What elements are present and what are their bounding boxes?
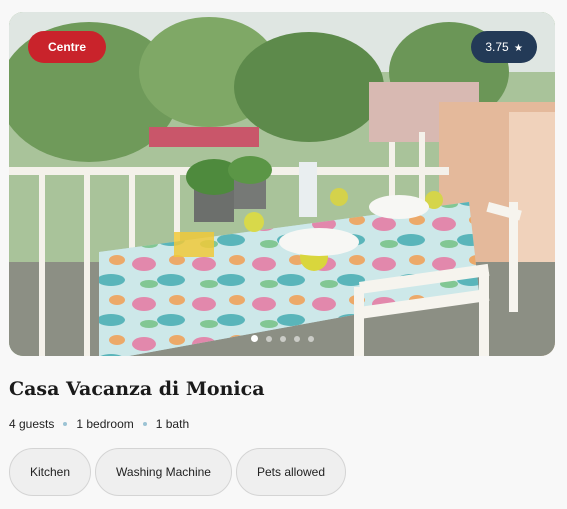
carousel-dot[interactable] bbox=[250, 335, 258, 342]
carousel-dot[interactable] bbox=[265, 335, 272, 342]
amenity-chip-kitchen[interactable]: Kitchen bbox=[9, 448, 92, 496]
amenities-list: Kitchen Washing Machine Pets allowed bbox=[9, 448, 347, 496]
amenity-chip-pets-allowed[interactable]: Pets allowed bbox=[235, 448, 347, 496]
carousel-dot[interactable] bbox=[293, 335, 300, 342]
carousel-dot[interactable] bbox=[307, 335, 314, 342]
carousel-indicator[interactable] bbox=[9, 335, 555, 342]
amenity-chip-washing-machine[interactable]: Washing Machine bbox=[95, 448, 232, 496]
separator-dot bbox=[142, 422, 147, 426]
carousel-dot[interactable] bbox=[279, 335, 286, 342]
rating-value: 3.75 bbox=[485, 40, 509, 54]
bedrooms-count: 1 bedroom bbox=[76, 417, 134, 431]
rating-badge: 3.75 ★ bbox=[471, 31, 537, 63]
listing-card[interactable]: Centre 3.75 ★ Casa Vacanza di Monica 4 g… bbox=[0, 0, 567, 509]
location-badge: Centre bbox=[28, 31, 107, 63]
listing-details: 4 guests 1 bedroom 1 bath bbox=[9, 417, 189, 431]
listing-photo[interactable]: Centre 3.75 ★ bbox=[9, 12, 555, 356]
separator-dot bbox=[63, 422, 68, 426]
star-icon: ★ bbox=[514, 43, 523, 54]
baths-count: 1 bath bbox=[155, 417, 190, 431]
balcony-dining-image bbox=[9, 12, 555, 356]
guests-count: 4 guests bbox=[9, 417, 55, 431]
listing-title[interactable]: Casa Vacanza di Monica bbox=[9, 378, 265, 400]
